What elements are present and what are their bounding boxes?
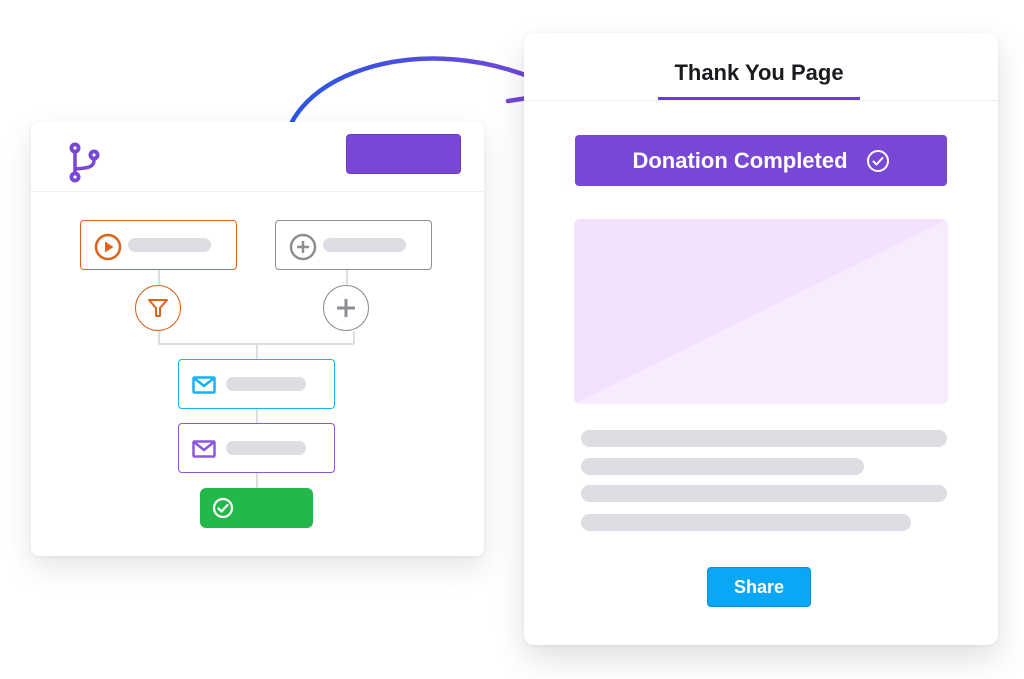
add-step-button[interactable]	[323, 285, 369, 331]
active-tab-underline	[658, 97, 860, 100]
connector-line	[256, 409, 258, 423]
filter-icon	[148, 299, 168, 317]
complete-node[interactable]	[200, 488, 313, 528]
header-action-button[interactable]	[346, 134, 461, 174]
donation-completed-banner: Donation Completed	[575, 135, 947, 186]
text-placeholder-line	[581, 458, 864, 475]
connector-line	[158, 270, 160, 285]
add-trigger-node[interactable]	[275, 220, 432, 270]
placeholder-bar	[226, 377, 306, 391]
trigger-node[interactable]	[80, 220, 237, 270]
placeholder-bar	[128, 238, 211, 252]
envelope-icon	[192, 376, 216, 394]
check-circle-icon	[212, 497, 234, 519]
image-placeholder-graphic	[574, 219, 948, 404]
connector-line	[256, 473, 258, 488]
plus-icon	[337, 299, 355, 317]
placeholder-bar	[323, 238, 406, 252]
banner-text: Donation Completed	[632, 147, 848, 173]
text-placeholder-line	[581, 514, 911, 531]
image-placeholder	[574, 219, 948, 404]
connector-line	[256, 343, 258, 359]
play-icon	[94, 233, 122, 261]
plus-circle-icon	[289, 233, 317, 261]
page-title[interactable]: Thank You Page	[658, 60, 860, 86]
email-node[interactable]	[178, 359, 335, 409]
branch-icon	[69, 142, 100, 183]
flow-header	[31, 122, 484, 192]
email-node[interactable]	[178, 423, 335, 473]
share-button[interactable]: Share	[707, 567, 811, 607]
filter-button[interactable]	[135, 285, 181, 331]
placeholder-bar	[226, 441, 306, 455]
ty-header: Thank You Page	[524, 33, 998, 101]
check-circle-icon	[866, 149, 889, 172]
text-placeholder-line	[581, 430, 947, 447]
connector-line	[346, 270, 348, 285]
flow-builder-card	[31, 122, 484, 556]
envelope-icon	[192, 440, 216, 458]
text-placeholder-line	[581, 485, 947, 502]
thank-you-page-card: Thank You Page Donation Completed Share	[524, 33, 998, 645]
